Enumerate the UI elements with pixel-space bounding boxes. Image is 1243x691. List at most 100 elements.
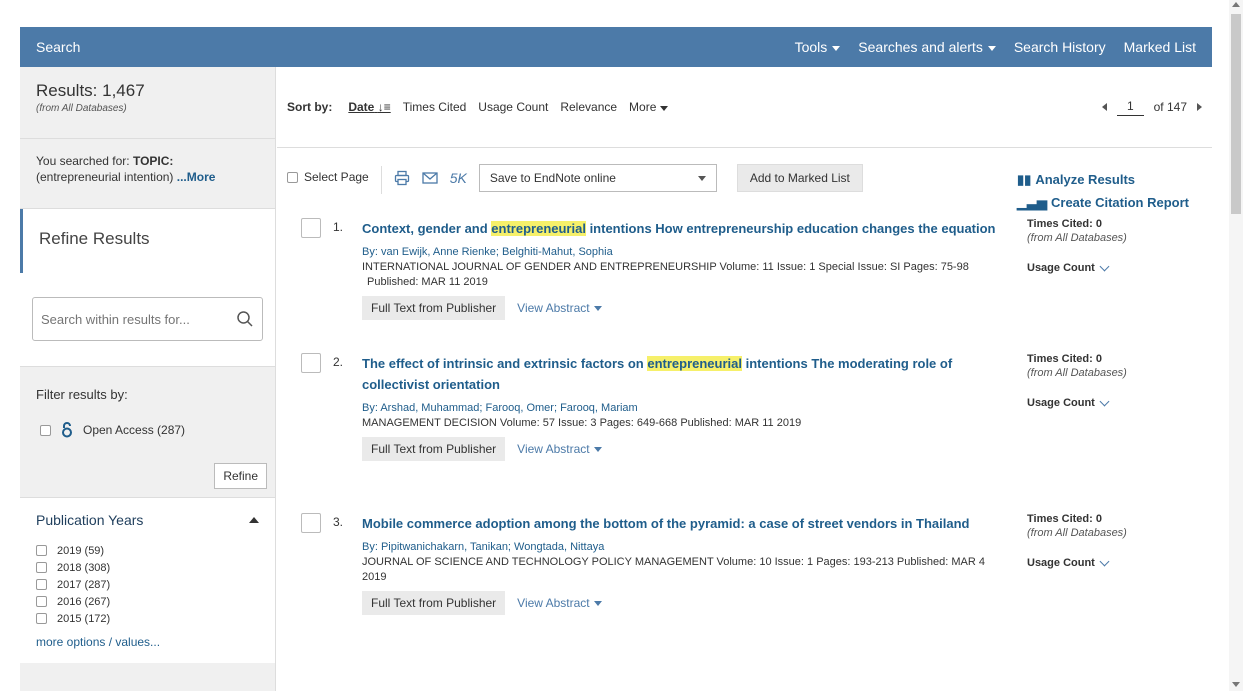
export-5k-link[interactable]: 5K	[450, 170, 467, 186]
citation-report-label: Create Citation Report	[1051, 195, 1189, 210]
record-title-link[interactable]: Context, gender and entrepreneurial inte…	[362, 218, 1002, 239]
record-checkbox[interactable]	[301, 513, 321, 533]
publication-years-header[interactable]: Publication Years	[36, 512, 259, 528]
sidebar: Results: 1,467 (from All Databases) You …	[20, 67, 276, 691]
year-label: 2017 (287)	[57, 578, 111, 591]
page-scrollbar[interactable]	[1229, 0, 1243, 691]
record-authors[interactable]: By: van Ewijk, Anne Rienke; Belghiti-Mah…	[362, 245, 1002, 260]
title-text: intentions How entrepreneurship educatio…	[585, 221, 996, 236]
refine-button[interactable]: Refine	[214, 463, 267, 489]
page-total: of 147	[1153, 100, 1187, 114]
select-page-label: Select Page	[304, 170, 369, 184]
record-meta: By: van Ewijk, Anne Rienke; Belghiti-Mah…	[362, 245, 1002, 290]
record-authors[interactable]: By: Arshad, Muhammad; Farooq, Omer; Faro…	[362, 401, 1002, 416]
record-actions: Full Text from Publisher View Abstract	[362, 591, 1002, 615]
usage-count-toggle[interactable]: Usage Count	[1027, 396, 1127, 409]
record-source: JOURNAL OF SCIENCE AND TECHNOLOGY POLICY…	[362, 556, 985, 583]
record-checkbox[interactable]	[301, 218, 321, 238]
sort-usage-count[interactable]: Usage Count	[478, 100, 548, 114]
results-summary: Results: 1,467 (from All Databases)	[20, 67, 275, 139]
open-access-label: Open Access (287)	[83, 423, 186, 437]
search-history-link[interactable]: Search History	[1014, 39, 1106, 55]
record-title-link[interactable]: The effect of intrinsic and extrinsic fa…	[362, 353, 1002, 395]
record-authors[interactable]: By: Pipitwanichakarn, Tanikan; Wongtada,…	[362, 540, 1002, 555]
year-checkbox[interactable]	[36, 596, 47, 607]
year-checkbox[interactable]	[36, 562, 47, 573]
record-body: The effect of intrinsic and extrinsic fa…	[362, 353, 1002, 461]
publication-years-section: Publication Years 2019 (59) 2018 (308) 2…	[20, 497, 275, 663]
view-abstract-toggle[interactable]: View Abstract	[517, 596, 602, 610]
searches-alerts-label: Searches and alerts	[858, 39, 983, 55]
search-nav-link[interactable]: Search	[36, 39, 795, 55]
email-icon[interactable]	[422, 171, 438, 185]
filter-title: Filter results by:	[36, 387, 128, 402]
sort-by-label: Sort by:	[287, 100, 333, 114]
prev-page-icon[interactable]	[1101, 103, 1107, 111]
select-page[interactable]: Select Page	[287, 170, 369, 184]
view-abstract-toggle[interactable]: View Abstract	[517, 301, 602, 315]
topic-label: TOPIC:	[132, 154, 174, 168]
record-number: 2.	[333, 355, 344, 369]
collapse-icon[interactable]	[249, 517, 259, 523]
scroll-up-icon[interactable]	[1232, 2, 1240, 7]
searches-alerts-menu[interactable]: Searches and alerts	[858, 39, 996, 55]
view-abstract-toggle[interactable]: View Abstract	[517, 442, 602, 456]
pagination: 1 of 147	[1101, 99, 1202, 116]
usage-count-label: Usage Count	[1027, 557, 1095, 569]
year-checkbox[interactable]	[36, 579, 47, 590]
sort-more[interactable]: More	[629, 100, 668, 114]
full-text-button[interactable]: Full Text from Publisher	[362, 591, 506, 615]
full-text-button[interactable]: Full Text from Publisher	[362, 296, 506, 320]
sort-date[interactable]: Date ↓≡	[348, 100, 390, 114]
searched-query: (entrepreneurial intention)	[36, 170, 174, 184]
times-cited-source: (from All Databases)	[1027, 367, 1127, 379]
record-number: 3.	[333, 515, 344, 529]
open-access-checkbox[interactable]	[40, 424, 51, 436]
search-within-box	[32, 297, 263, 341]
top-menu: Tools Searches and alerts Search History…	[795, 39, 1196, 55]
print-icon[interactable]	[394, 170, 410, 186]
record-published: Published: MAR 11 2019	[367, 276, 488, 288]
open-access-icon	[62, 422, 72, 438]
add-to-marked-list-button[interactable]: Add to Marked List	[736, 164, 863, 192]
scroll-thumb[interactable]	[1231, 14, 1241, 214]
sort-relevance[interactable]: Relevance	[560, 100, 617, 114]
title-text: Context, gender and	[362, 221, 492, 236]
toolbar-divider	[380, 166, 382, 194]
analyze-results-link[interactable]: ▮▮ Analyze Results	[1017, 168, 1189, 191]
select-page-checkbox[interactable]	[287, 171, 298, 183]
more-link[interactable]: ...More	[177, 170, 216, 184]
year-checkbox[interactable]	[36, 545, 47, 556]
citation-report-icon: ▁▃▅	[1017, 195, 1047, 210]
results-source: (from All Databases)	[36, 103, 127, 114]
record-number: 1.	[333, 220, 344, 234]
chevron-down-icon	[1099, 261, 1110, 271]
year-checkbox[interactable]	[36, 613, 47, 624]
record-checkbox[interactable]	[301, 353, 321, 373]
searched-text: You searched for: TOPIC: (entrepreneuria…	[36, 153, 259, 185]
page-number-input[interactable]: 1	[1116, 99, 1144, 116]
usage-count-toggle[interactable]: Usage Count	[1027, 556, 1127, 569]
record-title-link[interactable]: Mobile commerce adoption among the botto…	[362, 513, 1002, 534]
citation-report-link[interactable]: ▁▃▅ Create Citation Report	[1017, 191, 1189, 214]
top-nav-bar: Search Tools Searches and alerts Search …	[20, 27, 1212, 67]
tools-menu[interactable]: Tools	[795, 39, 841, 55]
search-within-input[interactable]	[41, 311, 221, 327]
search-icon[interactable]	[236, 310, 254, 328]
year-label: 2019 (59)	[57, 544, 105, 557]
caret-down-icon	[593, 305, 602, 311]
year-filter: 2019 (59)	[36, 542, 259, 559]
marked-list-link[interactable]: Marked List	[1124, 39, 1196, 55]
sort-times-cited[interactable]: Times Cited	[403, 100, 467, 114]
more-options-link[interactable]: more options / values...	[36, 635, 259, 649]
scroll-down-icon[interactable]	[1232, 682, 1240, 687]
save-endnote-select[interactable]: Save to EndNote online	[478, 164, 717, 192]
full-text-button[interactable]: Full Text from Publisher	[362, 437, 506, 461]
title-highlight: entrepreneurial	[647, 356, 742, 371]
view-abstract-label: View Abstract	[517, 301, 590, 315]
usage-count-toggle[interactable]: Usage Count	[1027, 261, 1127, 274]
view-abstract-label: View Abstract	[517, 596, 590, 610]
next-page-icon[interactable]	[1197, 103, 1202, 111]
sort-desc-icon: ↓≡	[377, 100, 391, 114]
view-abstract-label: View Abstract	[517, 442, 590, 456]
